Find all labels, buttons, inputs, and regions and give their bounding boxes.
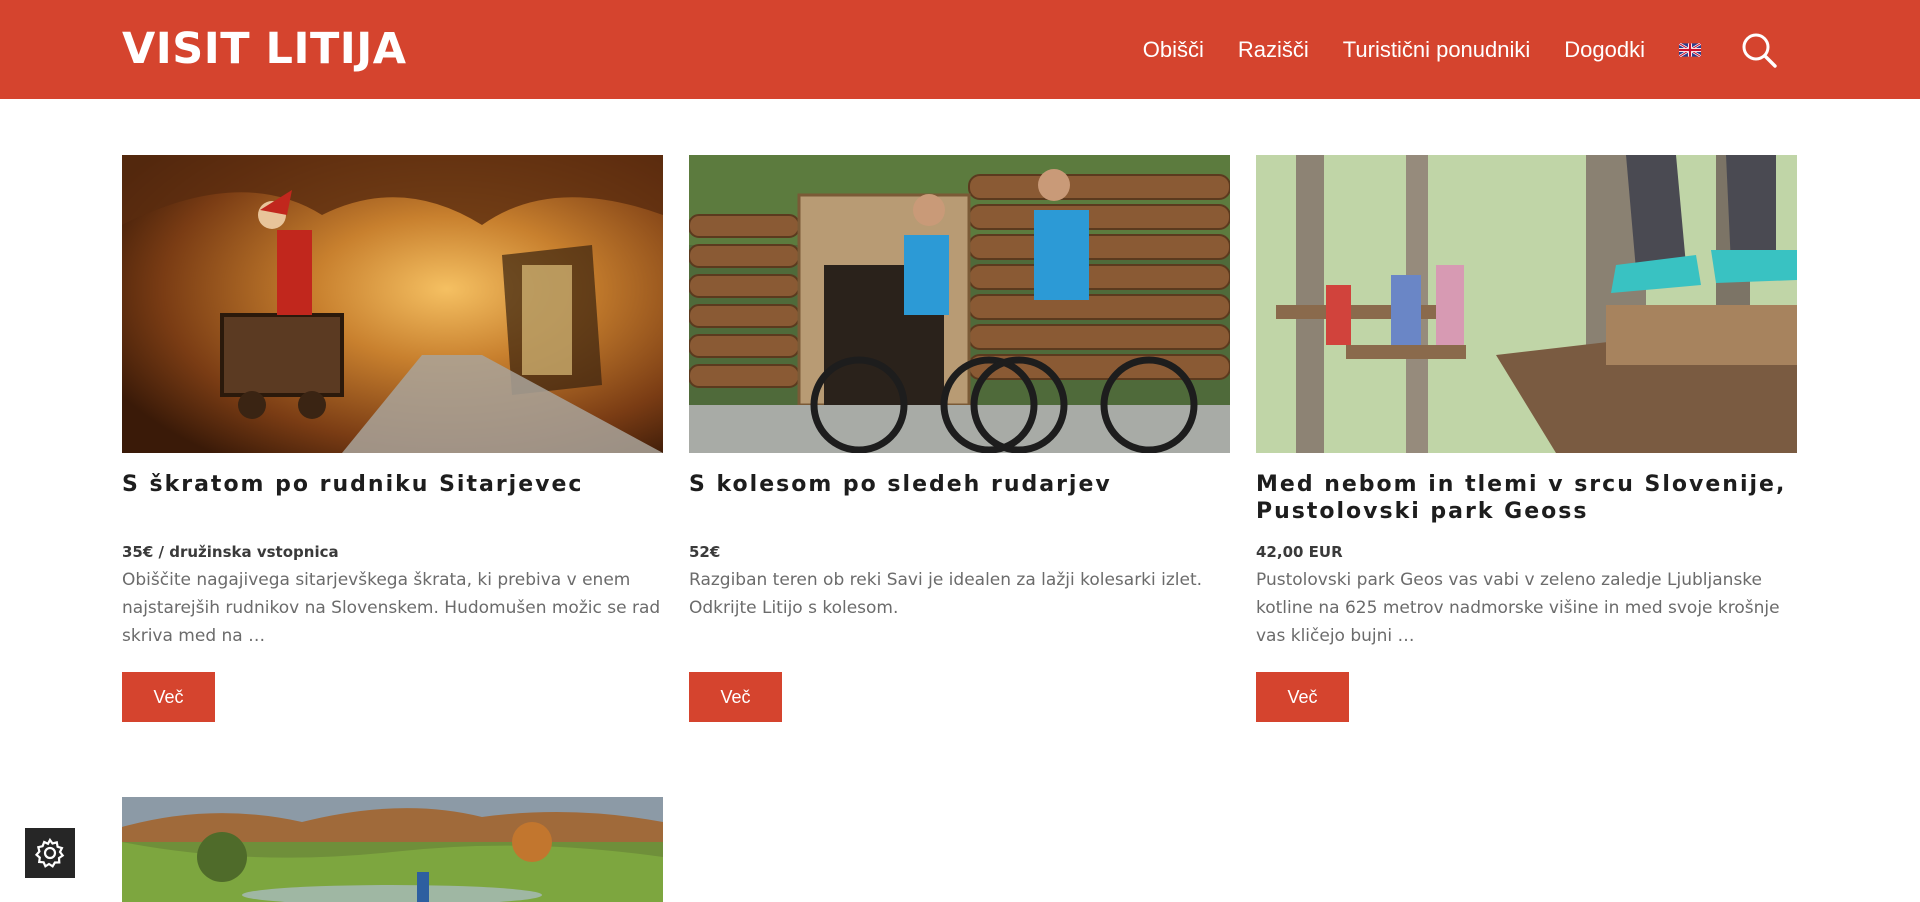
card-description: Obiščite nagajivega sitarjevškega škrata… — [122, 570, 661, 646]
search-icon[interactable] — [1741, 32, 1777, 68]
offer-card: S škratom po rudniku Sitarjevec 35€ / dr… — [122, 155, 663, 735]
card-description: Razgiban teren ob reki Savi je idealen z… — [689, 570, 1203, 618]
card-title[interactable]: Med nebom in tlemi v srcu Slovenije, Pus… — [1256, 471, 1797, 525]
more-button[interactable]: Več — [689, 672, 782, 722]
cookie-settings-button[interactable] — [25, 828, 75, 878]
nav-item-razisci[interactable]: Razišči — [1238, 30, 1309, 70]
card-description: Pustolovski park Geos vas vabi v zeleno … — [1256, 570, 1780, 646]
offer-card: Med nebom in tlemi v srcu Slovenije, Pus… — [1256, 155, 1797, 735]
card-image-mine[interactable] — [122, 155, 663, 453]
more-button[interactable]: Več — [122, 672, 215, 722]
site-header: VISIT LITIJA Obišči Razišči Turistični p… — [0, 0, 1920, 99]
card-price: 35€ / družinska vstopnica — [122, 543, 339, 561]
card-title[interactable]: S škratom po rudniku Sitarjevec — [122, 471, 663, 498]
main-nav: Obišči Razišči Turistični ponudniki Dogo… — [1143, 30, 1777, 70]
more-button[interactable]: Več — [1256, 672, 1349, 722]
uk-flag-icon[interactable] — [1679, 43, 1701, 57]
card-image-landscape[interactable] — [122, 797, 663, 902]
card-price: 42,00 EUR — [1256, 543, 1343, 561]
site-logo[interactable]: VISIT LITIJA — [122, 25, 407, 73]
card-image-cyclists[interactable] — [689, 155, 1230, 453]
offer-card: S kolesom po sledeh rudarjev 52€ Razgiba… — [689, 155, 1230, 735]
offer-card-partial — [122, 797, 663, 902]
gear-icon — [34, 837, 65, 868]
nav-item-obisci[interactable]: Obišči — [1143, 30, 1204, 70]
nav-item-turisticni-ponudniki[interactable]: Turistični ponudniki — [1343, 30, 1531, 70]
nav-item-dogodki[interactable]: Dogodki — [1564, 30, 1645, 70]
card-image-adventure-park[interactable] — [1256, 155, 1797, 453]
card-title[interactable]: S kolesom po sledeh rudarjev — [689, 471, 1230, 498]
card-price: 52€ — [689, 543, 721, 561]
